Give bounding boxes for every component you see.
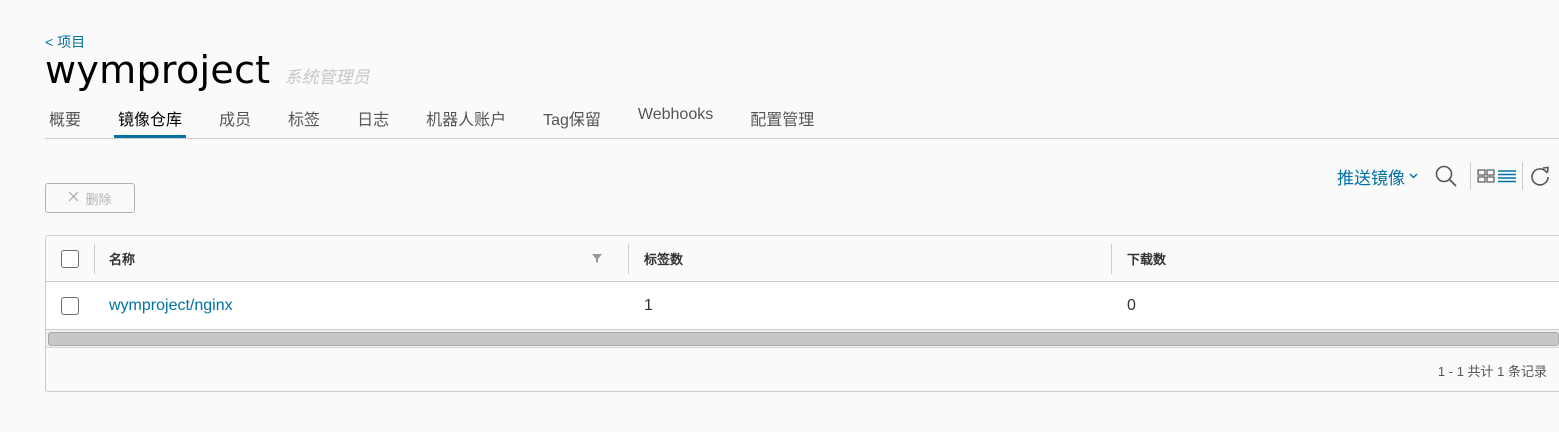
row-select-cell [61, 282, 79, 329]
column-header-tags[interactable]: 标签数 [644, 236, 683, 281]
table-header: 名称 标签数 下载数 [46, 236, 1559, 282]
column-header-name[interactable]: 名称 [109, 236, 135, 281]
tab-logs[interactable]: 日志 [353, 100, 393, 138]
select-all-cell [61, 236, 79, 281]
column-divider [94, 244, 95, 274]
horizontal-scrollbar[interactable] [46, 330, 1559, 348]
tab-bar: 概要 镜像仓库 成员 标签 日志 机器人账户 Tag保留 Webhooks 配置… [45, 100, 1559, 139]
toolbar-divider [1470, 162, 1471, 190]
tab-labels[interactable]: 标签 [284, 100, 324, 138]
tab-summary[interactable]: 概要 [45, 100, 85, 138]
tab-repositories[interactable]: 镜像仓库 [114, 100, 187, 138]
tab-robot-accounts[interactable]: 机器人账户 [422, 100, 510, 138]
select-all-checkbox[interactable] [61, 249, 79, 268]
search-icon[interactable] [1434, 164, 1458, 188]
push-image-label: 推送镜像 [1337, 168, 1405, 188]
pagination-summary: 1 - 1 共计 1 条记录 [1437, 364, 1547, 379]
download-count: 0 [1127, 296, 1136, 314]
chevron-down-icon [1409, 170, 1418, 182]
page-header: wymproject 系统管理员 [45, 48, 369, 92]
column-divider [1111, 244, 1112, 274]
refresh-icon[interactable] [1529, 165, 1551, 187]
filter-icon[interactable] [591, 236, 603, 281]
tab-configuration[interactable]: 配置管理 [746, 100, 818, 138]
toolbar-divider [1522, 162, 1523, 190]
list-view-icon[interactable] [1498, 169, 1516, 183]
repository-table: 名称 标签数 下载数 wymproject/nginx 1 0 1 - 1 共计… [45, 235, 1559, 392]
scrollbar-thumb[interactable] [48, 332, 1559, 346]
column-header-downloads[interactable]: 下载数 [1127, 236, 1166, 281]
card-view-icon[interactable] [1477, 169, 1495, 183]
close-icon [68, 189, 79, 207]
delete-button[interactable]: 删除 [45, 183, 135, 213]
repo-toolbar: 推送镜像 [1337, 158, 1559, 194]
role-label: 系统管理员 [284, 68, 370, 87]
repository-name-link[interactable]: wymproject/nginx [109, 282, 233, 329]
table-row: wymproject/nginx 1 0 [46, 282, 1559, 330]
row-checkbox[interactable] [61, 296, 79, 315]
tag-count: 1 [644, 296, 653, 314]
column-divider [628, 244, 629, 274]
tab-tag-retention[interactable]: Tag保留 [539, 100, 605, 138]
tab-webhooks[interactable]: Webhooks [634, 100, 717, 138]
delete-button-label: 删除 [85, 191, 112, 207]
tab-members[interactable]: 成员 [215, 100, 255, 138]
table-footer: 1 - 1 共计 1 条记录 [46, 348, 1559, 391]
page-title: wymproject [45, 48, 271, 92]
push-image-dropdown[interactable]: 推送镜像 [1337, 164, 1418, 189]
